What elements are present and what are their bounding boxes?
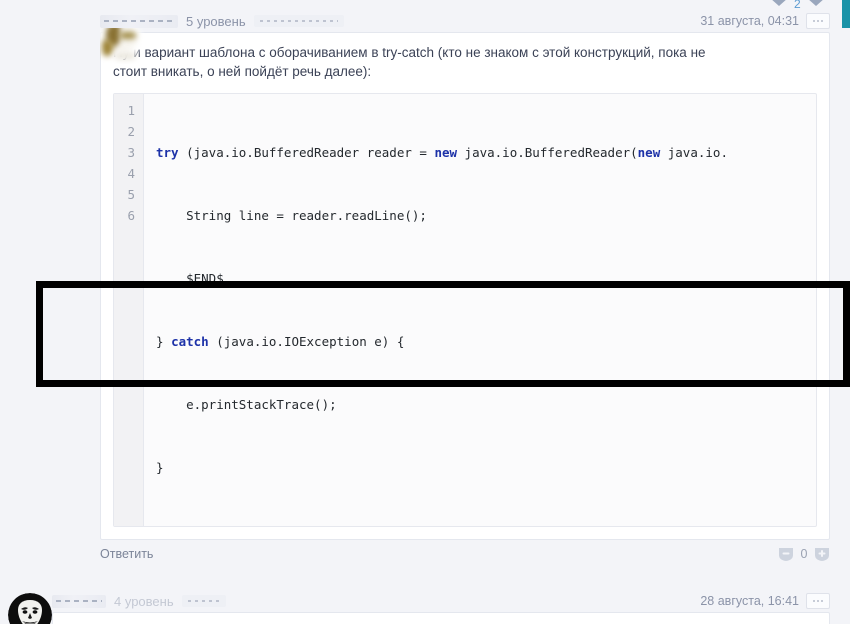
code-line-number: 3 [127,145,135,160]
comment-author-level: 5 уровень [186,13,246,29]
vote-up-shield-icon[interactable] [814,547,830,562]
ellipsis-icon[interactable] [806,593,830,609]
comment-header-right: 31 августа, 04:31 [700,10,830,32]
code-block[interactable]: 1 2 3 4 5 6 try (java.io.BufferedReader … [113,93,817,527]
comment-header: 5 уровень 31 августа, 04:31 [100,10,830,32]
comment-text-line: стоит вникать, о ней пойдёт речь далее): [113,64,372,79]
code-line-number: 2 [127,124,135,139]
code-line-number: 5 [127,187,135,202]
comment-item: 5 уровень 31 августа, 04:31 Ну и вариант… [0,10,842,568]
code-line-number: 4 [127,166,135,181]
vote-controls: 0 [778,540,830,568]
code-line: e.printStackTrace(); [156,397,337,412]
comment-author-meta-redacted [181,595,226,607]
vote-count: 0 [800,547,808,561]
page-scrollbar-track[interactable] [842,0,850,624]
code-line: } [156,460,164,475]
comment-timestamp: 31 августа, 04:31 [700,14,799,28]
chevron-down-icon[interactable] [806,0,825,6]
comment-author-level: 4 уровень [114,593,174,609]
code-line: $END$ [156,271,224,286]
code-line: String line = reader.readLine(); [156,208,427,223]
previous-comment-vote-stub: 2 [770,0,830,10]
comment-thread: 5 уровень 31 августа, 04:31 Ну и вариант… [0,10,842,624]
comment-header-right: 28 августа, 16:41 [700,590,830,612]
comment-footer: Ответить 0 [100,540,830,568]
code-line-number: 6 [127,208,135,223]
ellipsis-icon[interactable] [806,13,830,29]
page-scrollbar-thumb[interactable] [842,0,850,28]
comment-header: 4 уровень 28 августа, 16:41 [52,590,830,612]
comment-item: 4 уровень 28 августа, 16:41 Как хорошо, … [0,590,842,624]
comment-timestamp: 28 августа, 16:41 [700,594,799,608]
comment-text-line: Ну и вариант шаблона с оборачиванием в t… [113,45,706,60]
anonymous-mask-avatar[interactable] [8,593,52,624]
comment-text: Ну и вариант шаблона с оборачиванием в t… [113,43,817,81]
chevron-down-icon[interactable] [770,0,788,6]
code-content: try (java.io.BufferedReader reader = new… [144,94,816,526]
comment-author-name-redacted[interactable] [52,594,106,608]
previous-comment-vote-count: 2 [794,0,801,10]
code-line: } catch (java.io.IOException e) { [156,334,405,349]
comment-body: Ну и вариант шаблона с оборачиванием в t… [100,32,830,540]
vote-down-shield-icon[interactable] [778,547,794,562]
code-line: try (java.io.BufferedReader reader = new… [156,145,728,160]
comment-author-name-redacted[interactable] [100,14,178,28]
code-line-numbers: 1 2 3 4 5 6 [114,94,144,526]
code-line-number: 1 [127,103,135,118]
comment-body: Как хорошо, что есть комментарии. Плохо … [52,612,830,624]
comment-author-meta-redacted [253,15,344,27]
reply-button[interactable]: Ответить [100,547,153,561]
